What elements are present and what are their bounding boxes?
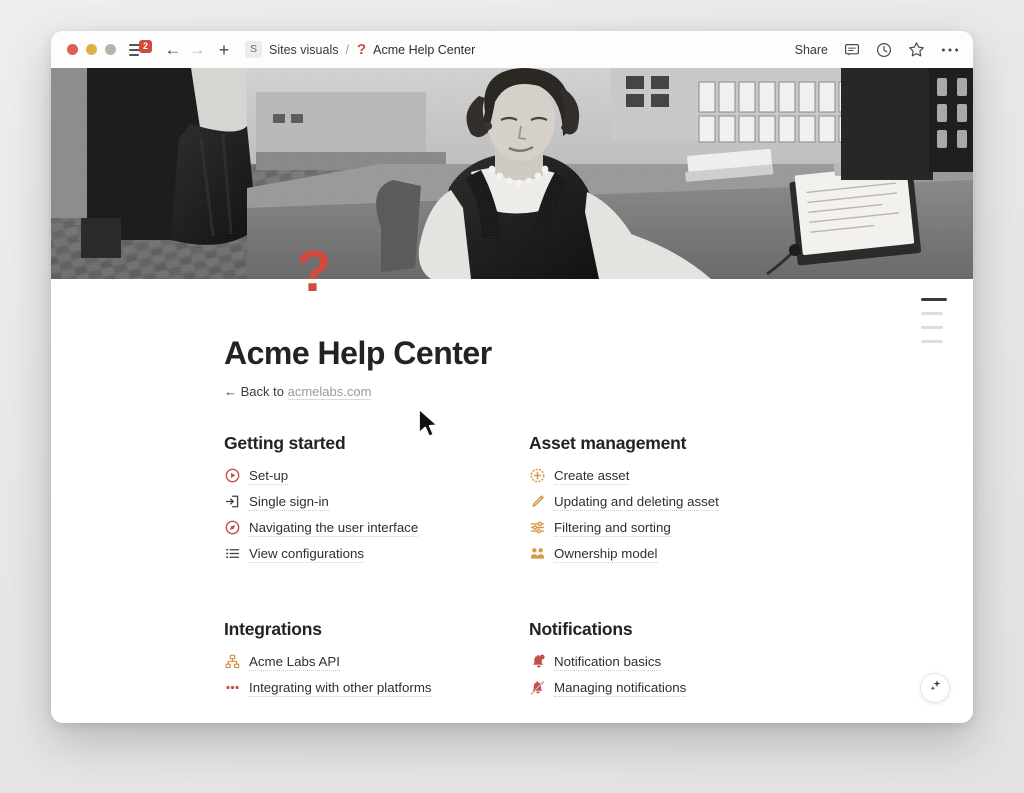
star-icon[interactable] xyxy=(908,41,925,58)
link-label[interactable]: Integrating with other platforms xyxy=(249,679,432,697)
new-tab-button[interactable]: + xyxy=(211,41,237,59)
link-ownership-model[interactable]: Ownership model xyxy=(529,545,884,563)
hero-photo-illustration xyxy=(51,68,973,279)
section-title: Integrations xyxy=(224,618,322,639)
link-label[interactable]: Set-up xyxy=(249,467,289,485)
ai-assistant-button[interactable] xyxy=(920,673,950,703)
forward-button[interactable]: → xyxy=(185,41,209,58)
sparkle-icon xyxy=(928,678,943,698)
link-label[interactable]: Notification basics xyxy=(554,653,662,671)
sign-in-icon xyxy=(224,494,240,510)
page-title: Acme Help Center xyxy=(224,335,492,371)
sidebar-notification-badge: 2 xyxy=(139,39,152,53)
link-create-asset[interactable]: Create asset xyxy=(529,467,884,485)
toc-item-4[interactable] xyxy=(921,340,943,343)
bell-icon xyxy=(529,654,545,670)
section-integrations: Integrations Acme Labs API Integrating w… xyxy=(224,619,529,705)
link-label[interactable]: Navigating the user interface xyxy=(249,519,419,537)
question-mark-icon: ? xyxy=(356,41,367,58)
history-icon[interactable] xyxy=(876,42,892,58)
window-controls xyxy=(67,44,116,55)
back-button[interactable]: ← xyxy=(161,41,185,58)
page-question-mark-icon[interactable]: ? xyxy=(296,243,331,301)
toolbar-actions: Share xyxy=(795,41,959,58)
more-options-icon[interactable] xyxy=(941,47,959,53)
link-integrating-with-other-platforms[interactable]: Integrating with other platforms xyxy=(224,679,529,697)
page-content-area: ? Acme Help Center ← Back to acmelabs.co… xyxy=(51,243,973,723)
breadcrumb-site-link[interactable]: Sites visuals xyxy=(269,43,338,57)
link-label[interactable]: Updating and deleting asset xyxy=(554,493,719,511)
toc-item-3[interactable] xyxy=(921,326,943,329)
link-navigating-the-user-interface[interactable]: Navigating the user interface xyxy=(224,519,529,537)
plus-circle-icon xyxy=(529,468,545,484)
link-single-sign-in[interactable]: Single sign-in xyxy=(224,493,529,511)
link-notification-basics[interactable]: Notification basics xyxy=(529,653,884,671)
document-content: Acme Help Center ← Back to acmelabs.com … xyxy=(51,279,973,705)
link-label[interactable]: Managing notifications xyxy=(554,679,687,697)
breadcrumb: S Sites visuals / ? Acme Help Center xyxy=(245,41,475,58)
link-label[interactable]: Ownership model xyxy=(554,545,658,563)
breadcrumb-page-title[interactable]: Acme Help Center xyxy=(373,43,475,57)
link-filtering-and-sorting[interactable]: Filtering and sorting xyxy=(529,519,884,537)
back-link[interactable]: ← Back to acmelabs.com xyxy=(224,383,973,400)
browser-toolbar: 2 ← → + S Sites visuals / ? Acme Help Ce… xyxy=(51,31,973,68)
site-favicon: S xyxy=(245,41,262,58)
list-icon xyxy=(224,546,240,562)
play-circle-icon xyxy=(224,468,240,484)
bell-slash-icon xyxy=(529,680,545,696)
close-window-button[interactable] xyxy=(67,44,78,55)
table-of-contents-indicator[interactable] xyxy=(921,298,947,354)
toc-item-1[interactable] xyxy=(921,298,947,301)
link-label[interactable]: Filtering and sorting xyxy=(554,519,671,537)
people-icon xyxy=(529,546,545,562)
link-sections-grid: Getting started Set-up Single sign-in Na… xyxy=(224,433,884,705)
section-asset-management: Asset management Create asset Updating a… xyxy=(529,433,884,571)
browser-window: 2 ← → + S Sites visuals / ? Acme Help Ce… xyxy=(51,31,973,723)
link-label[interactable]: View configurations xyxy=(249,545,365,563)
breadcrumb-separator: / xyxy=(345,42,349,57)
link-label[interactable]: Single sign-in xyxy=(249,493,329,511)
link-acme-labs-api[interactable]: Acme Labs API xyxy=(224,653,529,671)
sidebar-toggle-icon[interactable]: 2 xyxy=(129,39,152,59)
link-label[interactable]: Create asset xyxy=(554,467,630,485)
link-set-up[interactable]: Set-up xyxy=(224,467,529,485)
hero-cover-image xyxy=(51,68,973,279)
sitemap-icon xyxy=(224,654,240,670)
sliders-icon xyxy=(529,520,545,536)
comment-icon[interactable] xyxy=(844,42,860,58)
link-view-configurations[interactable]: View configurations xyxy=(224,545,529,563)
section-notifications: Notifications Notification basics Managi… xyxy=(529,619,884,705)
dots-icon xyxy=(224,680,240,696)
back-link-url[interactable]: acmelabs.com xyxy=(287,383,372,400)
link-label[interactable]: Acme Labs API xyxy=(249,653,340,671)
section-title: Getting started xyxy=(224,432,346,453)
compass-icon xyxy=(224,520,240,536)
section-title: Notifications xyxy=(529,618,633,639)
minimize-window-button[interactable] xyxy=(86,44,97,55)
maximize-window-button[interactable] xyxy=(105,44,116,55)
toc-item-2[interactable] xyxy=(921,312,943,315)
pencil-icon xyxy=(529,494,545,510)
desktop-background: 2 ← → + S Sites visuals / ? Acme Help Ce… xyxy=(0,0,1024,793)
section-getting-started: Getting started Set-up Single sign-in Na… xyxy=(224,433,529,571)
share-button[interactable]: Share xyxy=(795,43,828,57)
section-title: Asset management xyxy=(529,432,687,453)
link-managing-notifications[interactable]: Managing notifications xyxy=(529,679,884,697)
link-updating-and-deleting-asset[interactable]: Updating and deleting asset xyxy=(529,493,884,511)
back-link-prefix: ← Back to xyxy=(224,383,284,399)
